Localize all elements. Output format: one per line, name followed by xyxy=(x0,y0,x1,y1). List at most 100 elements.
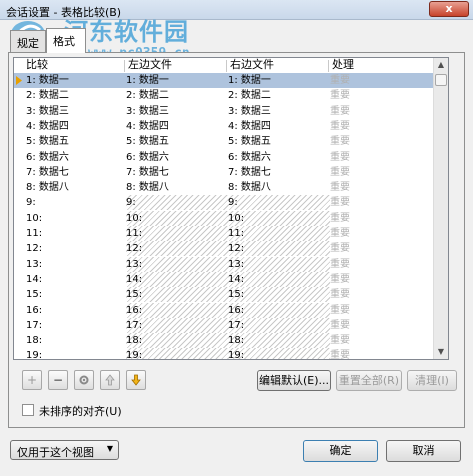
cell-compare: 7: 数据七 xyxy=(26,166,69,178)
cell-right-file: 11: xyxy=(228,226,330,241)
gear-icon xyxy=(79,375,89,385)
cell-left-file: 14: xyxy=(126,271,228,287)
table-row[interactable]: 9: 9: 9: 重要 xyxy=(14,195,434,211)
cell-compare: 10: xyxy=(26,212,43,224)
cell-compare: 14: xyxy=(26,273,43,285)
table-row[interactable]: 8: 数据八 8: 数据八 8: 数据八 重要 xyxy=(14,180,434,195)
scroll-thumb[interactable] xyxy=(435,74,447,86)
move-down-button[interactable] xyxy=(126,370,146,390)
move-up-button[interactable] xyxy=(100,370,120,390)
table-row[interactable]: 7: 数据七 7: 数据七 7: 数据七 重要 xyxy=(14,165,434,180)
table-row[interactable]: 11: 11: 11: 重要 xyxy=(14,226,434,241)
cell-left-file: 7: 数据七 xyxy=(126,166,169,178)
cell-left-file: 19: xyxy=(126,348,228,359)
cell-right-file: 5: 数据五 xyxy=(228,136,271,148)
cell-compare: 4: 数据四 xyxy=(26,120,69,132)
cell-action: 重要 xyxy=(330,197,350,209)
scroll-down-icon[interactable]: ▼ xyxy=(434,345,448,359)
table-row[interactable]: 10: 10: 10: 重要 xyxy=(14,210,434,226)
cell-action: 重要 xyxy=(330,75,350,86)
cell-compare: 9: xyxy=(26,197,36,209)
table-row[interactable]: 13: 13: 13: 重要 xyxy=(14,256,434,272)
unsorted-align-checkbox[interactable] xyxy=(22,404,34,416)
cell-compare: 6: 数据六 xyxy=(26,151,69,163)
tab-format[interactable]: 格式 xyxy=(46,28,86,53)
cell-compare: 12: xyxy=(26,243,43,255)
cell-compare: 3: 数据三 xyxy=(26,105,69,117)
table-row[interactable]: 2: 数据二 2: 数据二 2: 数据二 重要 xyxy=(14,88,434,103)
header-compare[interactable]: 比较 xyxy=(22,58,122,73)
scroll-up-icon[interactable]: ▲ xyxy=(434,58,448,72)
table-row[interactable]: 14: 14: 14: 重要 xyxy=(14,271,434,287)
cell-right-file: 17: xyxy=(228,317,330,333)
clear-button[interactable]: 清理(I) xyxy=(407,370,457,391)
cancel-button[interactable]: 取消 xyxy=(386,440,461,462)
comparison-grid[interactable]: 比较 左边文件 右边文件 处理 1: 数据一 1: 数据一 1: 数据一 重要 2: 数… xyxy=(13,57,449,360)
current-row-marker-icon xyxy=(16,76,22,85)
cell-compare: 19: xyxy=(26,350,43,360)
cell-right-file: 8: 数据八 xyxy=(228,182,271,194)
cell-compare: 1: 数据一 xyxy=(26,75,69,86)
cell-action: 重要 xyxy=(330,243,350,255)
cell-action: 重要 xyxy=(330,335,350,347)
cell-left-file: 8: 数据八 xyxy=(126,182,169,194)
cell-compare: 8: 数据八 xyxy=(26,182,69,194)
cell-right-file: 6: 数据六 xyxy=(228,151,271,163)
vertical-scrollbar[interactable]: ▲ ▼ xyxy=(433,58,448,359)
cell-action: 重要 xyxy=(330,105,350,117)
table-row[interactable]: 19: 19: 19: 重要 xyxy=(14,348,434,360)
cell-left-file: 10: xyxy=(126,210,228,226)
remove-button[interactable]: − xyxy=(48,370,68,390)
cell-left-file: 3: 数据三 xyxy=(126,105,169,117)
arrow-up-icon xyxy=(105,374,115,386)
cell-compare: 17: xyxy=(26,319,43,331)
cell-left-file: 2: 数据二 xyxy=(126,90,169,102)
cell-left-file: 11: xyxy=(126,226,228,241)
edit-default-button[interactable]: 编辑默认(E)... xyxy=(257,370,331,391)
cell-compare: 16: xyxy=(26,304,43,316)
unsorted-align-label: 未排序的对齐(U) xyxy=(39,405,122,418)
cell-action: 重要 xyxy=(330,212,350,224)
cell-action: 重要 xyxy=(330,273,350,285)
cell-right-file: 15: xyxy=(228,287,330,303)
cell-action: 重要 xyxy=(330,151,350,163)
scope-select-value: 仅用于这个视图 xyxy=(17,446,94,459)
table-row[interactable]: 5: 数据五 5: 数据五 5: 数据五 重要 xyxy=(14,134,434,149)
reset-all-button[interactable]: 重置全部(R) xyxy=(336,370,402,391)
cell-right-file: 9: xyxy=(228,195,330,211)
table-row[interactable]: 1: 数据一 1: 数据一 1: 数据一 重要 xyxy=(14,73,434,89)
cell-left-file: 1: 数据一 xyxy=(126,75,169,86)
cell-left-file: 16: xyxy=(126,302,228,318)
cell-right-file: 18: xyxy=(228,333,330,349)
cell-left-file: 15: xyxy=(126,287,228,303)
grid-header: 比较 左边文件 右边文件 处理 xyxy=(14,58,434,73)
table-row[interactable]: 4: 数据四 4: 数据四 4: 数据四 重要 xyxy=(14,119,434,134)
cell-action: 重要 xyxy=(330,120,350,132)
cell-right-file: 10: xyxy=(228,210,330,226)
cell-action: 重要 xyxy=(330,166,350,178)
header-right-file[interactable]: 右边文件 xyxy=(226,58,328,73)
scope-select[interactable]: 仅用于这个视图 ▼ xyxy=(10,440,119,460)
cell-left-file: 9: xyxy=(126,195,228,211)
ok-button[interactable]: 确定 xyxy=(303,440,378,462)
cell-right-file: 12: xyxy=(228,241,330,257)
table-row[interactable]: 15: 15: 15: 重要 xyxy=(14,287,434,303)
table-row[interactable]: 16: 16: 16: 重要 xyxy=(14,302,434,318)
add-button[interactable]: + xyxy=(22,370,42,390)
cell-right-file: 19: xyxy=(228,348,330,359)
cell-left-file: 18: xyxy=(126,333,228,349)
table-row[interactable]: 12: 12: 12: 重要 xyxy=(14,241,434,257)
tab-rules[interactable]: 规定 xyxy=(10,30,46,52)
header-action[interactable]: 处理 xyxy=(328,58,428,73)
table-row[interactable]: 17: 17: 17: 重要 xyxy=(14,317,434,333)
settings-button[interactable] xyxy=(74,370,94,390)
table-row[interactable]: 18: 18: 18: 重要 xyxy=(14,333,434,349)
close-button[interactable]: x xyxy=(429,1,469,17)
header-left-file[interactable]: 左边文件 xyxy=(124,58,226,73)
table-row[interactable]: 6: 数据六 6: 数据六 6: 数据六 重要 xyxy=(14,150,434,165)
cell-compare: 18: xyxy=(26,335,43,347)
cell-left-file: 12: xyxy=(126,241,228,257)
cell-left-file: 13: xyxy=(126,256,228,272)
table-row[interactable]: 3: 数据三 3: 数据三 3: 数据三 重要 xyxy=(14,104,434,119)
cell-right-file: 4: 数据四 xyxy=(228,120,271,132)
